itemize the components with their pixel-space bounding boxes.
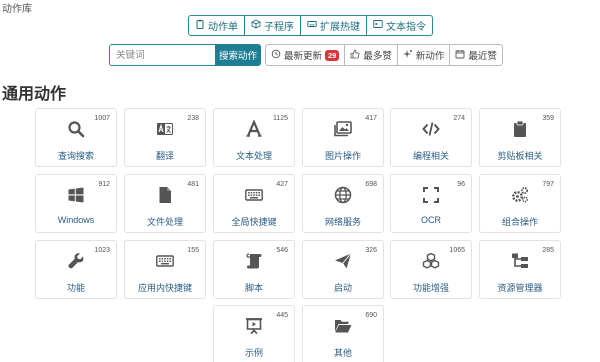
- action-count: 698: [365, 181, 377, 188]
- category-label: 图片操作: [324, 151, 361, 161]
- scroll-icon: [245, 252, 263, 270]
- category-card-functions[interactable]: 1023 功能: [35, 240, 117, 299]
- category-label: 查询搜索: [57, 151, 94, 161]
- windows-icon: [67, 186, 85, 204]
- category-label: 功能: [66, 283, 85, 293]
- gears-icon: [511, 186, 529, 204]
- file-icon: [156, 186, 174, 204]
- action-count: 797: [542, 181, 554, 188]
- keyboard-icon: [245, 186, 263, 204]
- category-card-enhancements[interactable]: 1065 功能增强: [390, 240, 472, 299]
- search-icon: [67, 120, 85, 138]
- category-label: 编程相关: [412, 151, 449, 161]
- paper-plane-icon: [334, 252, 352, 270]
- action-count: 359: [542, 115, 554, 122]
- category-card-scripts[interactable]: 546 脚本: [213, 240, 295, 299]
- action-count: 285: [542, 247, 554, 254]
- category-label: 脚本: [244, 283, 263, 293]
- category-label: 其他: [333, 348, 352, 358]
- category-card-in-app-hotkeys[interactable]: 155 应用内快捷键: [124, 240, 206, 299]
- action-count: 1065: [449, 247, 465, 254]
- category-card-launch[interactable]: 326 启动: [302, 240, 384, 299]
- font-icon: [245, 120, 263, 138]
- category-card-translate[interactable]: 238 翻译: [124, 108, 206, 167]
- action-count: 274: [453, 115, 465, 122]
- category-card-ocr[interactable]: 96 OCR: [390, 174, 472, 233]
- category-card-combined-ops[interactable]: 797 组合操作: [479, 174, 561, 233]
- action-category-grid: 1007 查询搜索 238 翻译 1125 文本处理 417 图片操作 274 …: [0, 0, 600, 362]
- action-count: 546: [276, 247, 288, 254]
- action-count: 326: [365, 247, 377, 254]
- category-card-text-processing[interactable]: 1125 文本处理: [213, 108, 295, 167]
- category-label: 组合操作: [501, 217, 538, 227]
- category-card-examples[interactable]: 445 示例: [213, 305, 295, 362]
- category-label: 文件处理: [146, 217, 183, 227]
- image-icon: [334, 120, 352, 138]
- clipboard-icon: [511, 120, 529, 138]
- category-card-file-processing[interactable]: 481 文件处理: [124, 174, 206, 233]
- category-label: 全局快捷键: [231, 217, 277, 227]
- action-count: 427: [276, 181, 288, 188]
- category-label: 资源管理器: [497, 283, 543, 293]
- action-count: 481: [187, 181, 199, 188]
- cubes-icon: [422, 252, 440, 270]
- sitemap-icon: [511, 252, 529, 270]
- category-card-other[interactable]: 690 其他: [302, 305, 384, 362]
- action-count: 238: [187, 115, 199, 122]
- category-card-programming[interactable]: 274 编程相关: [390, 108, 472, 167]
- code-icon: [422, 120, 440, 138]
- action-count: 96: [457, 181, 465, 188]
- action-count: 1007: [94, 115, 110, 122]
- action-count: 912: [98, 181, 110, 188]
- category-label: 应用内快捷键: [137, 283, 192, 293]
- category-label: 启动: [333, 283, 352, 293]
- action-count: 155: [187, 247, 199, 254]
- category-card-network-services[interactable]: 698 网络服务: [302, 174, 384, 233]
- category-card-windows[interactable]: 912 Windows: [35, 174, 117, 233]
- action-count: 1125: [272, 115, 288, 122]
- category-label: 网络服务: [324, 217, 361, 227]
- keyboard-icon: [156, 252, 174, 270]
- scan-icon: [422, 186, 440, 204]
- folder-open-icon: [334, 317, 352, 335]
- action-count: 1023: [94, 247, 110, 254]
- category-card-clipboard[interactable]: 359 剪贴板相关: [479, 108, 561, 167]
- translate-icon: [156, 120, 174, 138]
- action-count: 445: [276, 312, 288, 319]
- category-label: 翻译: [155, 151, 174, 161]
- globe-icon: [334, 186, 352, 204]
- wrench-icon: [67, 252, 85, 270]
- presentation-icon: [245, 317, 263, 335]
- category-label: OCR: [421, 215, 441, 225]
- category-card-search[interactable]: 1007 查询搜索: [35, 108, 117, 167]
- category-card-image-ops[interactable]: 417 图片操作: [302, 108, 384, 167]
- category-label: Windows: [57, 215, 95, 225]
- category-label: 功能增强: [412, 283, 449, 293]
- category-label: 文本处理: [235, 151, 272, 161]
- category-card-file-explorer[interactable]: 285 资源管理器: [479, 240, 561, 299]
- category-label: 剪贴板相关: [497, 151, 543, 161]
- action-count: 690: [365, 312, 377, 319]
- category-card-global-hotkeys[interactable]: 427 全局快捷键: [213, 174, 295, 233]
- category-label: 示例: [244, 348, 263, 358]
- action-count: 417: [365, 115, 377, 122]
